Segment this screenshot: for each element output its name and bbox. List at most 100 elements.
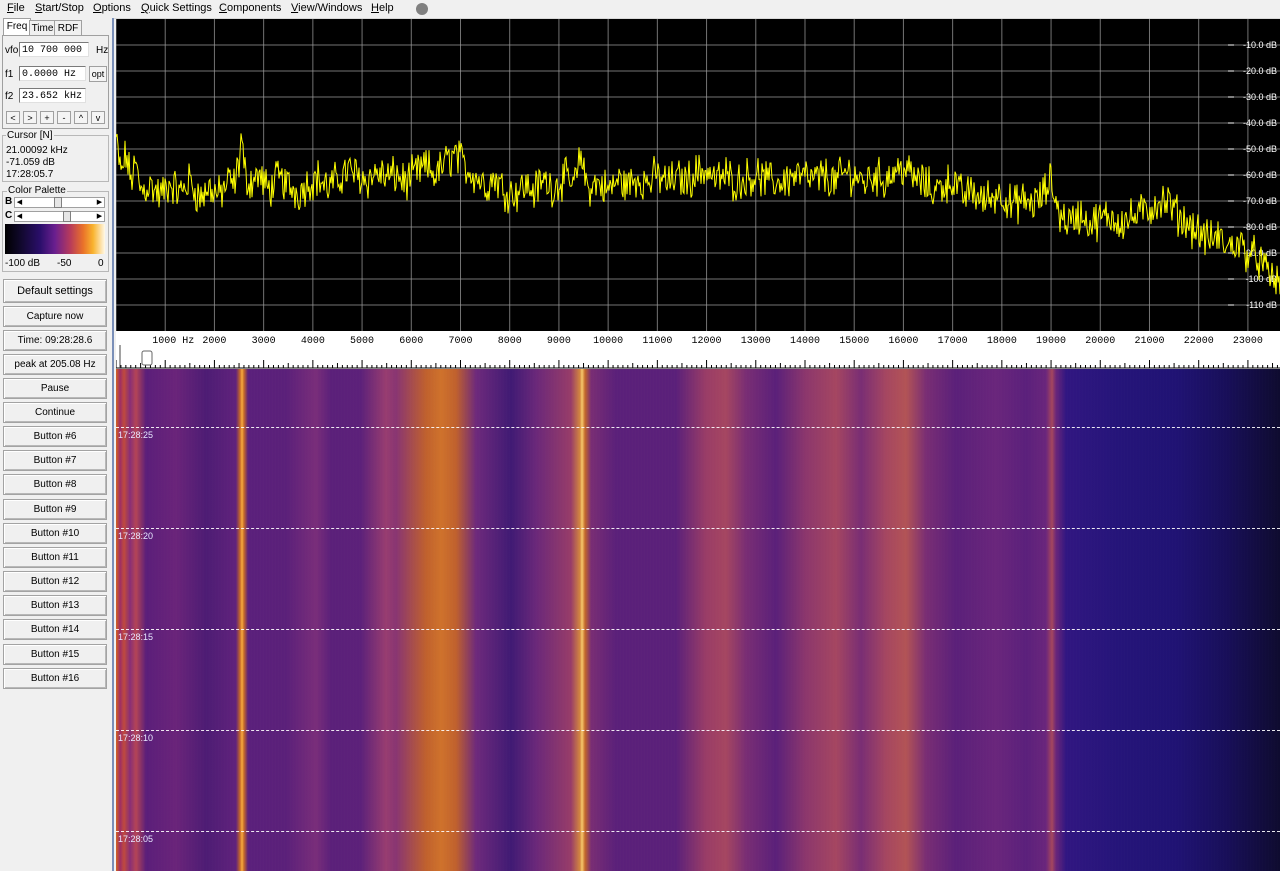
- f2-label: f2: [5, 91, 14, 102]
- x-tick-label: 2000: [202, 336, 226, 347]
- y-tick-label: -30.0 dB: [1243, 92, 1277, 102]
- menu-view-windows[interactable]: View/Windows: [291, 2, 362, 14]
- spectrum-display[interactable]: -10.0 dB -20.0 dB -30.0 dB -40.0 dB -50.0 dB…: [116, 19, 1280, 331]
- f2-field[interactable]: 23.652 kHz: [19, 88, 86, 103]
- menu-options[interactable]: Options: [93, 2, 131, 14]
- x-tick-label: 23000: [1233, 336, 1263, 347]
- button-16[interactable]: Button #16: [3, 668, 107, 689]
- waterfall-time-marker-line: [116, 427, 1280, 428]
- x-tick-label: 21000: [1134, 336, 1164, 347]
- button-8[interactable]: Button #8: [3, 474, 107, 495]
- x-tick-label: 13000: [741, 336, 771, 347]
- y-tick-label: -60.0 dB: [1243, 170, 1277, 180]
- brightness-slider[interactable]: ◀ ▶: [14, 197, 105, 208]
- tab-time[interactable]: Time: [29, 20, 56, 36]
- waterfall-time-marker-line: [116, 730, 1280, 731]
- button-13[interactable]: Button #13: [3, 595, 107, 616]
- x-tick-label: 7000: [448, 336, 472, 347]
- x-tick-label: 16000: [888, 336, 918, 347]
- button-12[interactable]: Button #12: [3, 571, 107, 592]
- brightness-slider-thumb[interactable]: [53, 197, 62, 208]
- menu-start-stop[interactable]: Start/Stop: [35, 2, 84, 14]
- waterfall-time-marker-line: [116, 528, 1280, 529]
- color-palette-bar[interactable]: [5, 224, 105, 254]
- button-10[interactable]: Button #10: [3, 523, 107, 544]
- x-tick-label: 6000: [399, 336, 423, 347]
- x-tick-label: 22000: [1184, 336, 1214, 347]
- zoom-out-button[interactable]: -: [57, 111, 71, 124]
- button-9[interactable]: Button #9: [3, 499, 107, 520]
- f1-opt-button[interactable]: opt: [89, 66, 107, 82]
- button-14[interactable]: Button #14: [3, 619, 107, 640]
- vfo-unit-label: Hz: [96, 45, 109, 56]
- palette-scale-max: 0: [98, 258, 104, 269]
- x-tick-label: 5000: [350, 336, 374, 347]
- x-tick-label: 1000 Hz: [152, 336, 194, 347]
- button-6[interactable]: Button #6: [3, 426, 107, 447]
- capture-now-button[interactable]: Capture now: [3, 306, 107, 327]
- y-tick-label: -20.0 dB: [1243, 66, 1277, 76]
- frequency-axis-bar[interactable]: 1000 Hz 2000 3000 4000 5000 6000 7000 8000 9000 1…: [115, 331, 1280, 369]
- waterfall-time-label: 17:28:15: [118, 632, 154, 642]
- scale-up-button[interactable]: ^: [74, 111, 88, 124]
- y-tick-label: -40.0 dB: [1243, 118, 1277, 128]
- x-tick-label: 10000: [593, 336, 623, 347]
- run-status-indicator-icon: [416, 3, 428, 15]
- menu-quick-settings[interactable]: Quick Settings: [141, 2, 212, 14]
- frequency-marker-handle[interactable]: [141, 350, 153, 366]
- x-tick-label: 14000: [790, 336, 820, 347]
- x-tick-label: 17000: [938, 336, 968, 347]
- scroll-right-button[interactable]: >: [23, 111, 37, 124]
- button-11[interactable]: Button #11: [3, 547, 107, 568]
- zoom-in-button[interactable]: +: [40, 111, 54, 124]
- waterfall-time-marker-line: [116, 629, 1280, 630]
- x-tick-label: 15000: [839, 336, 869, 347]
- y-tick-label: -10.0 dB: [1243, 40, 1277, 50]
- menu-components[interactable]: Components: [219, 2, 281, 14]
- f1-field[interactable]: 0.0000 Hz: [19, 66, 86, 81]
- slider-right-arrow-icon[interactable]: ▶: [95, 212, 104, 221]
- slider-right-arrow-icon[interactable]: ▶: [95, 198, 104, 207]
- x-tick-label: 9000: [547, 336, 571, 347]
- x-tick-label: 20000: [1085, 336, 1115, 347]
- menu-help[interactable]: Help: [371, 2, 394, 14]
- left-control-panel: Freq Time RDF vfo 10 700 000 Hz f1 0.000…: [0, 18, 114, 871]
- peak-button[interactable]: peak at 205.08 Hz: [3, 354, 107, 375]
- slider-left-arrow-icon[interactable]: ◀: [15, 198, 24, 207]
- menu-bar: File Start/Stop Options Quick Settings Compo…: [0, 0, 1280, 19]
- x-tick-label: 8000: [498, 336, 522, 347]
- button-15[interactable]: Button #15: [3, 644, 107, 665]
- spectrum-plot[interactable]: -10.0 dB -20.0 dB -30.0 dB -40.0 dB -50.0 dB…: [116, 19, 1280, 331]
- scroll-left-button[interactable]: <: [6, 111, 20, 124]
- waterfall-time-marker-line: [116, 831, 1280, 832]
- time-button[interactable]: Time: 09:28:28.6: [3, 330, 107, 351]
- y-tick-label: -70.0 dB: [1243, 196, 1277, 206]
- default-settings-button[interactable]: Default settings: [3, 279, 107, 303]
- continue-button[interactable]: Continue: [3, 402, 107, 423]
- waterfall-display[interactable]: 17:28:25 17:28:20 17:28:15 17:28:10 17:28:05: [116, 369, 1280, 871]
- vfo-label: vfo: [5, 45, 19, 56]
- y-tick-label: -80.0 dB: [1243, 222, 1277, 232]
- pause-button[interactable]: Pause: [3, 378, 107, 399]
- contrast-slider-thumb[interactable]: [63, 211, 72, 222]
- palette-scale-mid: -50: [57, 258, 72, 269]
- cursor-level: -71.059 dB: [6, 157, 55, 168]
- slider-left-arrow-icon[interactable]: ◀: [15, 212, 24, 221]
- cursor-time: 17:28:05.7: [6, 169, 54, 180]
- x-tick-label: 18000: [987, 336, 1017, 347]
- y-tick-label: -110 dB: [1246, 300, 1277, 310]
- menu-file[interactable]: File: [7, 2, 25, 14]
- contrast-slider[interactable]: ◀ ▶: [14, 211, 105, 222]
- vfo-field[interactable]: 10 700 000: [19, 42, 89, 57]
- tab-freq[interactable]: Freq: [3, 18, 31, 36]
- scale-down-button[interactable]: v: [91, 111, 105, 124]
- brightness-label: B: [5, 196, 13, 207]
- palette-scale-min: -100 dB: [5, 258, 41, 269]
- tab-rdf[interactable]: RDF: [54, 20, 82, 36]
- spectrum-trace: [116, 133, 1280, 295]
- contrast-label: C: [5, 210, 13, 221]
- cursor-frequency: 21.00092 kHz: [6, 145, 68, 156]
- button-7[interactable]: Button #7: [3, 450, 107, 471]
- waterfall-time-label: 17:28:20: [118, 531, 154, 541]
- waterfall-time-label: 17:28:10: [118, 733, 154, 743]
